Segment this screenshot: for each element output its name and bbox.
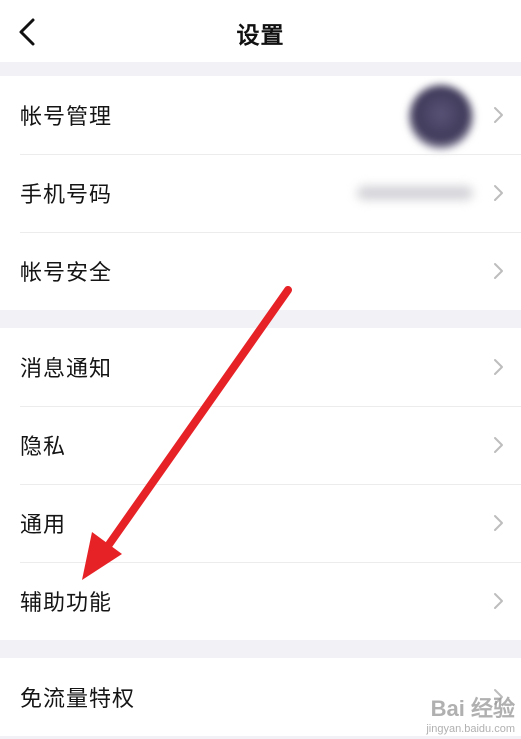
chevron-right-icon [494, 107, 503, 123]
settings-item-account-security[interactable]: 帐号安全 [0, 232, 521, 310]
settings-item-label: 免流量特权 [20, 687, 136, 712]
settings-item-phone-number[interactable]: 手机号码 [0, 154, 521, 232]
page-title: 设置 [236, 23, 285, 49]
settings-item-label: 手机号码 [20, 183, 113, 208]
top-navigation-bar: 设置 [0, 0, 521, 62]
phone-number-value-blurred [357, 186, 473, 200]
settings-item-label: 辅助功能 [20, 591, 113, 616]
settings-item-label: 通用 [20, 513, 67, 538]
chevron-right-icon [494, 263, 503, 279]
settings-item-label: 帐号管理 [20, 105, 113, 130]
settings-item-notifications[interactable]: 消息通知 [0, 328, 521, 406]
settings-item-label: 隐私 [20, 435, 67, 460]
general-group: 消息通知 隐私 通用 辅助功能 [0, 328, 521, 640]
watermark-url: jingyan.baidu.com [426, 723, 515, 735]
chevron-right-icon [494, 185, 503, 201]
watermark-logo: Bai 经验 [430, 696, 515, 721]
baidu-jingyan-watermark: Bai 经验 jingyan.baidu.com [426, 691, 515, 735]
settings-item-privacy[interactable]: 隐私 [0, 406, 521, 484]
settings-item-general[interactable]: 通用 [0, 484, 521, 562]
settings-item-label: 消息通知 [20, 357, 113, 382]
settings-item-account-management[interactable]: 帐号管理 [0, 76, 521, 154]
chevron-right-icon [494, 593, 503, 609]
chevron-right-icon [494, 437, 503, 453]
chevron-right-icon [494, 359, 503, 375]
avatar [409, 85, 473, 149]
account-group: 帐号管理 手机号码 帐号安全 [0, 76, 521, 310]
settings-item-accessibility[interactable]: 辅助功能 [0, 562, 521, 640]
settings-item-label: 帐号安全 [20, 261, 113, 286]
chevron-right-icon [494, 515, 503, 531]
